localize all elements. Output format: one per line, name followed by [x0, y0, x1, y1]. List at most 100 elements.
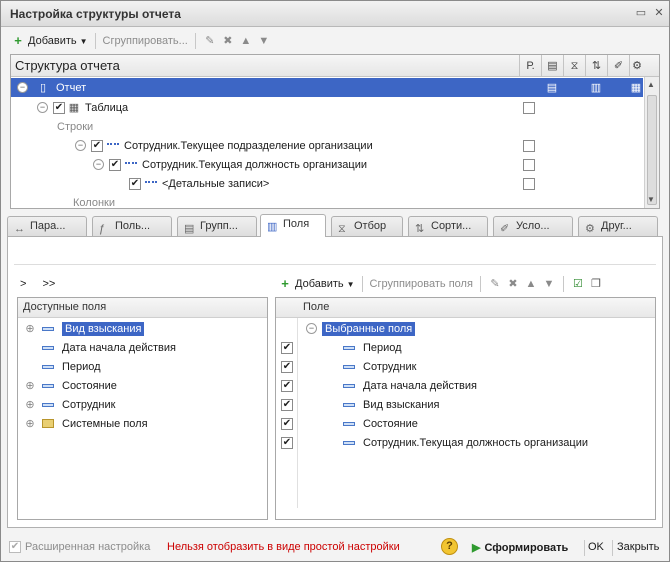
selected-field-row[interactable]: ✔ Сотрудник.Текущая должность организации	[281, 433, 588, 452]
collapse-icon[interactable]: −	[37, 102, 48, 113]
move-down-icon[interactable]: ▼	[542, 277, 556, 291]
collapse-icon[interactable]: −	[17, 82, 28, 93]
tab-sort[interactable]: ⇅ Сорти...	[408, 216, 488, 236]
field-checkbox[interactable]: ✔	[281, 417, 293, 430]
tree-col-sort-icon[interactable]: ⇅	[585, 55, 607, 77]
tab-other[interactable]: ⚙ Друг...	[578, 216, 658, 236]
fields-icon: ▥	[267, 221, 278, 233]
scroll-down-icon[interactable]: ▼	[647, 195, 655, 204]
selected-field-row[interactable]: ✔ Вид взыскания	[281, 395, 439, 414]
available-field-item[interactable]: Период	[42, 357, 101, 376]
tree-row-table[interactable]: − ✔ ▦ Таблица	[11, 98, 643, 117]
tab-label: Групп...	[200, 220, 238, 232]
add-label: Добавить	[28, 35, 77, 47]
tree-row-report[interactable]: − ▯ Отчет ▤ ▥ ▦	[11, 78, 643, 97]
advanced-settings-toggle[interactable]: ✔ Расширенная настройка	[9, 541, 150, 553]
r-checkbox[interactable]	[523, 101, 535, 114]
move-down-icon[interactable]: ▼	[257, 34, 271, 48]
expand-icon[interactable]: ⊕	[24, 417, 36, 431]
sort-icon: ⇅	[415, 223, 425, 235]
tab-parameters[interactable]: ↔ Пара...	[7, 216, 87, 236]
selected-field-row[interactable]: ✔ Дата начала действия	[281, 376, 477, 395]
tab-fields[interactable]: ▥ Поля	[260, 214, 326, 237]
scroll-up-icon[interactable]: ▲	[647, 80, 655, 89]
field-checkbox[interactable]: ✔	[281, 436, 293, 449]
edit-pencil-icon[interactable]: ✎	[488, 277, 502, 291]
tree-scrollbar[interactable]: ▲ ▼	[644, 77, 659, 208]
field-checkbox[interactable]: ✔	[281, 398, 293, 411]
selected-field-row[interactable]: ✔ Состояние	[281, 414, 418, 433]
collapse-icon[interactable]: −	[75, 140, 86, 151]
selected-field-row[interactable]: ✔ Сотрудник	[281, 357, 416, 376]
edit-pencil-icon[interactable]: ✎	[203, 34, 217, 48]
collapse-icon[interactable]: −	[306, 323, 317, 334]
dept-grouping-checkbox[interactable]: ✔	[91, 139, 103, 152]
ok-button[interactable]: OK	[588, 541, 604, 553]
field-checkbox[interactable]: ✔	[281, 360, 293, 373]
r-checkbox[interactable]	[523, 139, 535, 152]
tree-row-label: Сотрудник.Текущая должность организации	[142, 158, 368, 171]
r-checkbox[interactable]	[523, 177, 535, 190]
uncheck-all-icon[interactable]: ❐	[589, 277, 603, 291]
field-icon	[42, 364, 54, 369]
available-field-item[interactable]: ⊕ Системные поля	[24, 414, 147, 433]
expand-icon[interactable]: ⊕	[24, 398, 36, 412]
close-button[interactable]: Закрыть	[617, 541, 659, 553]
tree-row-position-grouping[interactable]: − ✔ Сотрудник.Текущая должность организа…	[11, 155, 643, 174]
field-label: Вид взыскания	[62, 321, 145, 336]
field-checkbox[interactable]: ✔	[281, 341, 293, 354]
tree-row-columns[interactable]: Колонки	[11, 193, 643, 209]
group-button[interactable]: Сгруппировать...	[103, 35, 188, 47]
add-field-button[interactable]: + Добавить ▼	[278, 277, 354, 291]
fields-tab-panel: > >> + Добавить ▼ Сгруппировать поля ✎ ✖ ▲…	[7, 236, 663, 528]
available-field-item[interactable]: ⊕ Состояние	[24, 376, 117, 395]
scroll-thumb[interactable]	[647, 95, 657, 205]
field-checkbox[interactable]: ✔	[281, 379, 293, 392]
tab-label: Поль...	[115, 220, 151, 232]
tree-row-detail-records[interactable]: ✔ <Детальные записи>	[11, 174, 643, 193]
close-icon[interactable]: ✕	[651, 5, 667, 21]
tree-row-rows[interactable]: Строки	[11, 117, 643, 136]
help-icon[interactable]: ?	[441, 538, 458, 555]
tree-col-other-icon[interactable]: ⚙	[629, 55, 644, 77]
collapse-icon[interactable]: −	[93, 159, 104, 170]
tree-col-filter-icon[interactable]: ⧖	[563, 55, 585, 77]
minimize-icon[interactable]: ▭	[633, 5, 649, 21]
field-icon	[343, 421, 355, 426]
tree-row-label: <Детальные записи>	[162, 177, 270, 190]
check-all-icon[interactable]: ☑	[571, 277, 585, 291]
expand-icon[interactable]: ⊕	[24, 379, 36, 393]
selected-field-row[interactable]: ✔ Период	[281, 338, 402, 357]
tree-col-r[interactable]: Р.	[519, 55, 541, 77]
tree-col-groupings-icon[interactable]: ▤	[541, 55, 563, 77]
move-up-icon[interactable]: ▲	[524, 277, 538, 291]
expand-icon[interactable]: ⊕	[24, 322, 36, 336]
group-fields-button[interactable]: Сгруппировать поля	[370, 278, 473, 290]
move-up-icon[interactable]: ▲	[239, 34, 253, 48]
delete-icon[interactable]: ✖	[506, 277, 520, 291]
tree-col-conditional-icon[interactable]: ✐	[607, 55, 629, 77]
tab-conditional[interactable]: ✐ Усло...	[493, 216, 573, 236]
delete-icon[interactable]: ✖	[221, 34, 235, 48]
add-button[interactable]: + Добавить ▼	[11, 34, 87, 48]
table-checkbox[interactable]: ✔	[53, 101, 65, 114]
sort-cell-icon: ▥	[590, 82, 602, 94]
position-grouping-checkbox[interactable]: ✔	[109, 158, 121, 171]
field-label: Сотрудник	[62, 398, 116, 411]
detail-records-checkbox[interactable]: ✔	[129, 177, 141, 190]
available-field-item[interactable]: ⊕ Вид взыскания	[24, 319, 145, 338]
advanced-settings-checkbox[interactable]: ✔	[9, 541, 21, 553]
tab-groupings[interactable]: ▤ Групп...	[177, 216, 257, 236]
tab-user-fields[interactable]: ƒ Поль...	[92, 216, 172, 236]
selected-fields-group[interactable]: − Выбранные поля	[306, 319, 416, 338]
generate-button[interactable]: ▶ Сформировать	[472, 541, 568, 555]
move-right-button[interactable]: >	[20, 278, 26, 290]
r-checkbox[interactable]	[523, 158, 535, 171]
available-field-item[interactable]: Дата начала действия	[42, 338, 176, 357]
move-all-right-button[interactable]: >>	[42, 278, 55, 290]
available-field-item[interactable]: ⊕ Сотрудник	[24, 395, 115, 414]
panel-info-bar	[14, 247, 656, 265]
tree-row-dept-grouping[interactable]: − ✔ Сотрудник.Текущее подразделение орга…	[11, 136, 643, 155]
tab-filter[interactable]: ⧖ Отбор	[331, 216, 403, 236]
groupings-cell-icon: ▤	[546, 82, 558, 94]
